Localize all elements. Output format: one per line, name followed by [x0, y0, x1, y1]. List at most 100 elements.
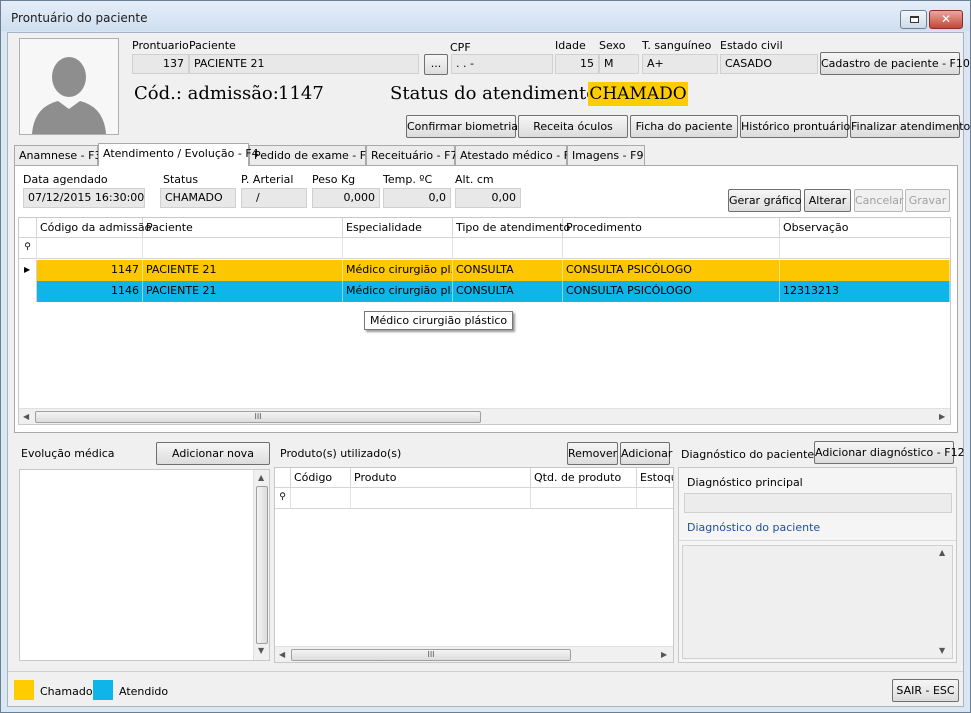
diagnostico-vertical-scrollbar[interactable]: ▲ ▼: [936, 546, 952, 658]
column-header-estoque[interactable]: Estoque: [637, 468, 673, 488]
column-header-codigo[interactable]: Código: [291, 468, 351, 488]
data-agendado-label: Data agendado: [23, 173, 108, 186]
peso-field[interactable]: 0,000: [312, 188, 380, 208]
scroll-thumb[interactable]: [256, 486, 268, 644]
filter-cell-tipo[interactable]: [453, 238, 563, 259]
pressao-arterial-field[interactable]: /: [241, 188, 307, 208]
ficha-paciente-button[interactable]: Ficha do paciente: [630, 115, 738, 138]
restore-button[interactable]: [900, 10, 927, 29]
status-form-field[interactable]: CHAMADO: [160, 188, 236, 208]
data-agendado-field[interactable]: 07/12/2015 16:30:00: [23, 188, 145, 208]
receita-oculos-button[interactable]: Receita óculos: [518, 115, 628, 138]
legend-swatch-chamado: [14, 680, 34, 700]
filter-cell[interactable]: [351, 488, 531, 509]
grid-corner: [275, 468, 291, 488]
cadastro-paciente-button[interactable]: Cadastro de paciente - F10: [820, 52, 970, 75]
historico-prontuario-button[interactable]: Histórico prontuário: [740, 115, 850, 138]
cell-codigo: 1146: [37, 281, 143, 302]
grid-corner: [19, 218, 37, 238]
column-header-codigo[interactable]: Código da admissão: [37, 218, 151, 238]
pressao-arterial-label: P. Arterial: [241, 173, 294, 186]
row-indicator: ▶: [19, 260, 37, 281]
cancelar-button[interactable]: Cancelar: [854, 189, 904, 212]
tab-anamnese[interactable]: Anamnese - F3: [14, 145, 101, 165]
filter-cell-codigo[interactable]: [37, 238, 143, 259]
diagnostico-principal-field[interactable]: [684, 493, 952, 513]
cpf-label: CPF: [450, 41, 471, 54]
column-header-produto[interactable]: Produto: [351, 468, 531, 488]
paciente-field[interactable]: PACIENTE 21: [189, 54, 419, 74]
finalizar-atendimento-button[interactable]: Finalizar atendimento: [850, 115, 970, 138]
close-icon: ✕: [940, 12, 952, 26]
scroll-left-icon[interactable]: ◀: [279, 650, 285, 659]
scroll-right-icon[interactable]: ▶: [939, 412, 945, 421]
paciente-label: Paciente: [189, 39, 236, 52]
gerar-grafico-button[interactable]: Gerar gráfico: [728, 189, 802, 212]
diagnostico-paciente-field[interactable]: ▲ ▼: [682, 545, 953, 659]
altura-label: Alt. cm: [455, 173, 494, 186]
table-row[interactable]: 1146 PACIENTE 21 Médico cirurgião pl... …: [19, 281, 950, 302]
sair-button[interactable]: SAIR - ESC: [892, 679, 959, 702]
scroll-thumb[interactable]: III: [291, 649, 571, 661]
prontuario-field[interactable]: 137: [132, 54, 189, 74]
cell-procedimento: CONSULTA PSICÓLOGO: [563, 281, 780, 302]
temperatura-label: Temp. ºC: [383, 173, 433, 186]
confirmar-biometria-button[interactable]: Confirmar biometria: [406, 115, 518, 138]
idade-field[interactable]: 15: [555, 54, 599, 74]
scroll-down-icon[interactable]: ▼: [939, 646, 945, 655]
table-row[interactable]: ▶ 1147 PACIENTE 21 Médico cirurgião pl..…: [19, 260, 950, 281]
filter-cell-procedimento[interactable]: [563, 238, 780, 259]
scroll-up-icon[interactable]: ▲: [939, 548, 945, 557]
gravar-button[interactable]: Gravar: [905, 189, 950, 212]
scroll-down-icon[interactable]: ▼: [258, 646, 264, 655]
close-button[interactable]: ✕: [929, 10, 963, 29]
column-header-tipo-atendimento[interactable]: Tipo de atendimento: [453, 218, 570, 238]
scroll-left-icon[interactable]: ◀: [23, 412, 29, 421]
tab-pedido-exame[interactable]: Pedido de exame - F6: [249, 145, 373, 165]
tab-atendimento-evolucao[interactable]: Atendimento / Evolução - F4: [98, 143, 259, 166]
cell-procedimento: CONSULTA PSICÓLOGO: [563, 260, 780, 281]
tab-receituario[interactable]: Receituário - F7: [366, 145, 457, 165]
column-header-qtd[interactable]: Qtd. de produto: [531, 468, 637, 488]
scroll-thumb[interactable]: III: [35, 411, 481, 423]
remover-button[interactable]: Remover: [567, 442, 618, 465]
filter-cell-especialidade[interactable]: [343, 238, 453, 259]
cell-observacao: [780, 260, 950, 281]
user-silhouette-icon: [20, 39, 118, 134]
divider: [679, 540, 956, 541]
filter-cell[interactable]: [531, 488, 637, 509]
adicionar-nova-button[interactable]: Adicionar nova: [156, 442, 270, 465]
adicionar-produto-button[interactable]: Adicionar: [620, 442, 672, 465]
status-badge: CHAMADO: [588, 82, 688, 106]
sexo-field[interactable]: M: [599, 54, 639, 74]
column-header-observacao[interactable]: Observação: [780, 218, 950, 238]
evolucao-medica-list[interactable]: ▲ ▼: [19, 469, 270, 661]
evolucao-vertical-scrollbar[interactable]: ▲ ▼: [253, 470, 269, 660]
produtos-grid: Código Produto Qtd. de produto Estoque ⚲…: [274, 467, 674, 663]
filter-cell[interactable]: [637, 488, 673, 509]
column-header-paciente[interactable]: Paciente: [143, 218, 343, 238]
column-header-especialidade[interactable]: Especialidade: [343, 218, 453, 238]
estado-civil-field[interactable]: CASADO: [720, 54, 818, 74]
adicionar-diagnostico-button[interactable]: Adicionar diagnóstico - F12: [814, 441, 965, 464]
cpf-search-button[interactable]: ...: [424, 54, 448, 75]
scroll-right-icon[interactable]: ▶: [661, 650, 667, 659]
temperatura-field[interactable]: 0,0: [383, 188, 451, 208]
title-bar: Prontuário do paciente ✕: [1, 1, 970, 31]
filter-cell[interactable]: [291, 488, 351, 509]
produtos-horizontal-scrollbar[interactable]: ◀ III ▶: [275, 646, 673, 662]
grid-horizontal-scrollbar[interactable]: ◀ III ▶: [19, 408, 950, 424]
column-header-procedimento[interactable]: Procedimento: [563, 218, 780, 238]
tab-atestado-medico[interactable]: Atestado médico - F8: [455, 145, 577, 165]
filter-cell-paciente[interactable]: [143, 238, 343, 259]
scroll-up-icon[interactable]: ▲: [258, 473, 264, 482]
tab-imagens[interactable]: Imagens - F9: [567, 145, 645, 165]
client-area: Prontuario 137 Paciente PACIENTE 21 CPF …: [7, 32, 970, 707]
tipo-sanguineo-field[interactable]: A+: [642, 54, 718, 74]
cpf-field[interactable]: . . -: [451, 54, 553, 74]
sexo-label: Sexo: [599, 39, 626, 52]
filter-cell-observacao[interactable]: [780, 238, 950, 259]
alterar-button[interactable]: Alterar: [804, 189, 851, 212]
tipo-sanguineo-label: T. sanguíneo: [642, 39, 712, 52]
altura-field[interactable]: 0,00: [455, 188, 521, 208]
